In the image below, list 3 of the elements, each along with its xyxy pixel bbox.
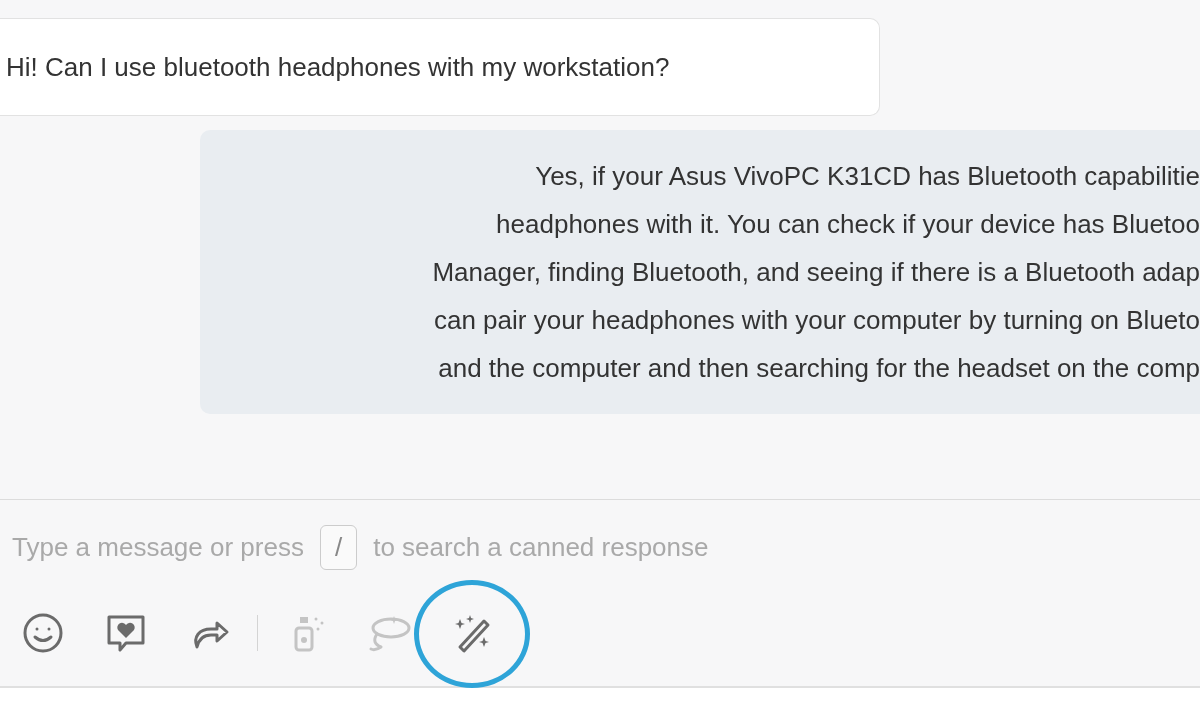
agent-reply: Yes, if your Asus VivoPC K31CD has Bluetooth capabilitie headphones with it. You can check if your device has Bluetoo Manager, finding Bluetooth, and seeing if there is a Bluetooth adap can pair your headphones with your computer by turning on Blueto and the computer and then searching for the headset on the comp: [200, 130, 1200, 414]
customer-message: Hi! Can I use bluetooth headphones with my workstation?: [0, 18, 880, 116]
message-input[interactable]: Type a message or press / to search a canned response: [0, 500, 1200, 572]
